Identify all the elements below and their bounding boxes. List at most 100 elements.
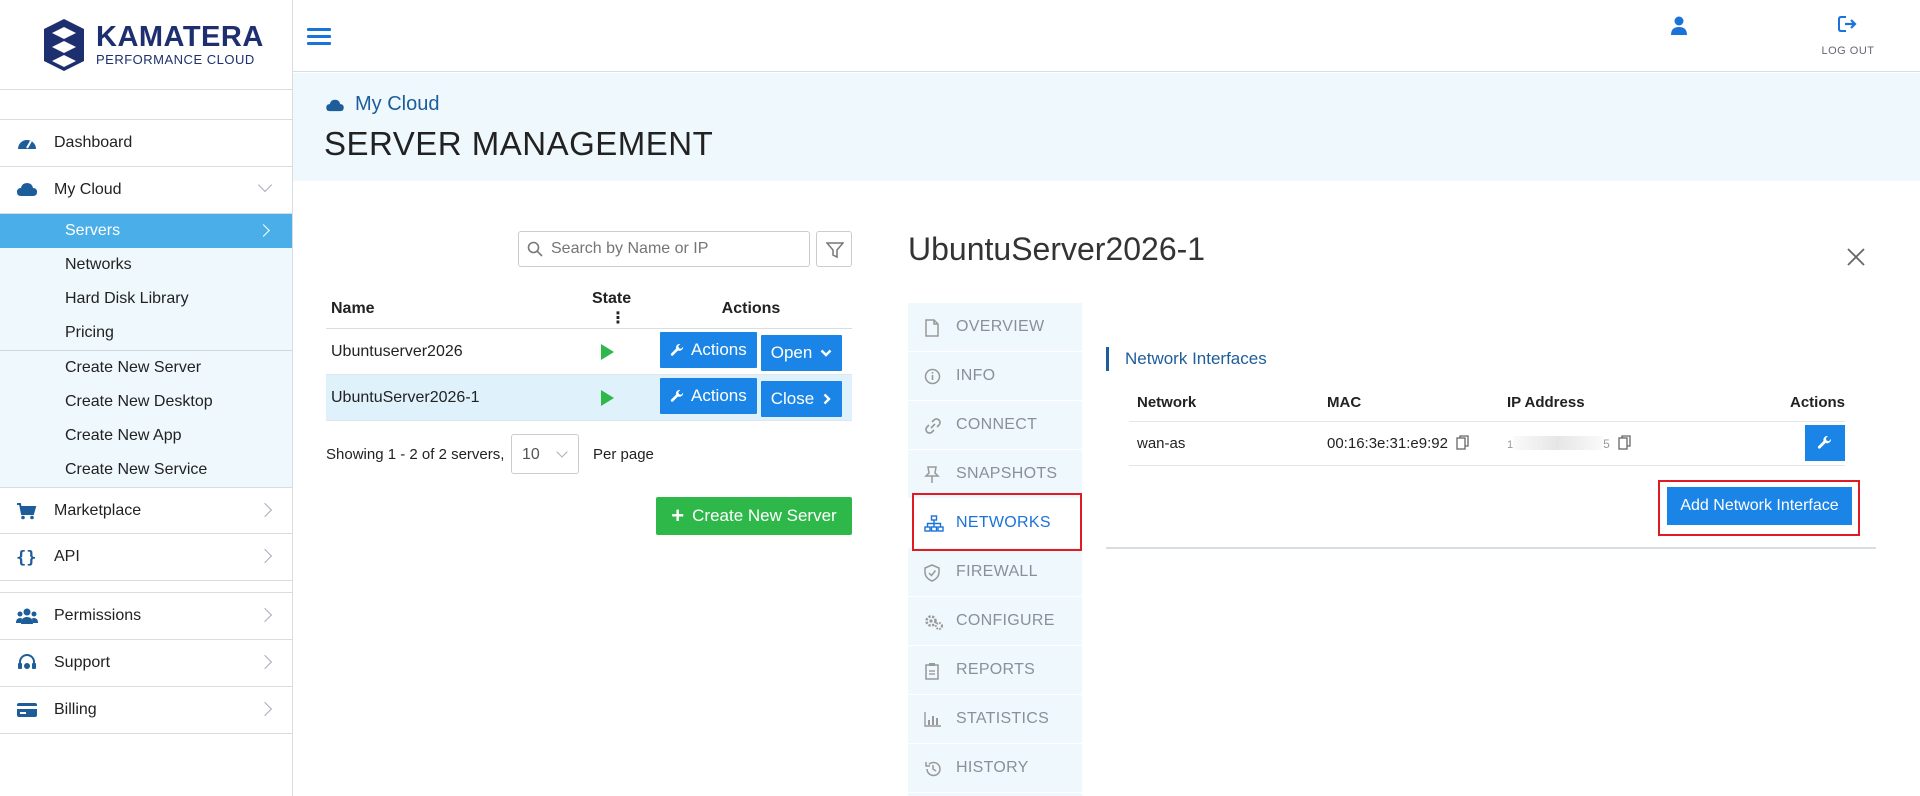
user-icon[interactable] [1670, 16, 1688, 36]
logout-label: LOG OUT [1821, 45, 1875, 57]
sidebar-item-networks[interactable]: Networks [0, 248, 292, 282]
interface-network: wan-as [1129, 421, 1327, 466]
section-title: Network Interfaces [1106, 347, 1267, 371]
column-header-state[interactable]: State ⋮ [581, 290, 650, 329]
kamatera-logo-icon [44, 18, 84, 71]
sidebar-item-pricing[interactable]: Pricing [0, 316, 292, 350]
info-icon [924, 368, 941, 385]
logout-button[interactable]: LOG OUT [1803, 16, 1893, 57]
brand-name: KAMATERA [96, 21, 264, 53]
cart-icon [17, 503, 37, 520]
sidebar-item-permissions[interactable]: Permissions [0, 593, 292, 640]
server-state [581, 374, 650, 421]
column-header-ip: IP Address [1507, 385, 1732, 422]
shield-icon [924, 564, 940, 582]
tab-configure[interactable]: CONFIGURE [908, 597, 1082, 646]
server-name[interactable]: UbuntuServer2026-1 [326, 374, 581, 421]
headset-icon [18, 654, 36, 669]
sidebar-item-dashboard[interactable]: Dashboard [0, 120, 292, 167]
tab-snapshots[interactable]: SNAPSHOTS [908, 450, 1082, 499]
filter-icon [826, 242, 844, 259]
breadcrumb[interactable]: My Cloud [325, 93, 439, 116]
per-page-select[interactable]: 10 [511, 434, 579, 474]
tab-firewall[interactable]: FIREWALL [908, 548, 1082, 597]
menu-icon[interactable] [307, 28, 331, 46]
table-row[interactable]: UbuntuServer2026-1 Actions Close [326, 374, 852, 421]
tab-reports[interactable]: REPORTS [908, 646, 1082, 695]
create-new-server-button[interactable]: + Create New Server [656, 497, 852, 535]
section-divider [1106, 547, 1876, 549]
actions-button[interactable]: Actions [660, 378, 757, 415]
sidebar-item-label: My Cloud [54, 181, 122, 198]
braces-icon: {} [16, 548, 36, 566]
cloud-icon [17, 183, 37, 196]
tab-info[interactable]: INFO [908, 352, 1082, 401]
logo[interactable]: KAMATERA PERFORMANCE CLOUD [0, 0, 292, 90]
running-status-icon [601, 389, 614, 406]
per-page-label: Per page [593, 446, 654, 463]
chevron-right-icon [257, 224, 270, 237]
chevron-right-icon [823, 393, 831, 405]
sidebar-item-support[interactable]: Support [0, 640, 292, 687]
running-status-icon [601, 343, 614, 360]
sidebar-item-create-service[interactable]: Create New Service [0, 453, 292, 487]
sidebar: KAMATERA PERFORMANCE CLOUD Dashboard My … [0, 0, 293, 796]
pagination-summary: Showing 1 - 2 of 2 servers, [326, 446, 505, 463]
sidebar-item-servers[interactable]: Servers [0, 214, 292, 248]
interface-actions-button[interactable] [1805, 425, 1845, 461]
wrench-icon [670, 389, 684, 402]
brand-tagline: PERFORMANCE CLOUD [96, 52, 255, 67]
copy-icon[interactable] [1456, 434, 1469, 450]
sidebar-item-my-cloud[interactable]: My Cloud [0, 167, 292, 214]
table-row: wan-as 00:16:3e:31:e9:92 15 [1129, 421, 1845, 466]
sidebar-item-label: Permissions [54, 607, 142, 624]
column-header-name[interactable]: Name [326, 290, 581, 329]
chevron-right-icon [257, 607, 273, 623]
link-icon [925, 418, 941, 434]
page-title: SERVER MANAGEMENT [324, 125, 714, 162]
column-header-network: Network [1129, 385, 1327, 422]
cloud-icon [326, 99, 344, 111]
sidebar-item-label: Billing [54, 701, 97, 718]
plus-icon: + [671, 503, 685, 528]
close-button[interactable]: Close [760, 380, 843, 417]
table-row[interactable]: Ubuntuserver2026 Actions Open [326, 328, 852, 375]
sidebar-item-create-desktop[interactable]: Create New Desktop [0, 385, 292, 419]
document-icon [925, 319, 939, 337]
actions-button[interactable]: Actions [660, 332, 757, 369]
tab-statistics[interactable]: STATISTICS [908, 695, 1082, 744]
chevron-right-icon [257, 701, 273, 717]
column-menu-icon[interactable]: ⋮ [610, 310, 626, 327]
sidebar-item-create-app[interactable]: Create New App [0, 419, 292, 453]
sidebar-item-billing[interactable]: Billing [0, 687, 292, 734]
top-bar: LOG OUT [293, 0, 1920, 72]
sidebar-item-hard-disk-library[interactable]: Hard Disk Library [0, 282, 292, 316]
search-input[interactable] [551, 238, 801, 260]
filter-button[interactable] [816, 231, 852, 267]
close-icon[interactable] [1846, 247, 1866, 267]
users-icon [16, 608, 38, 624]
copy-icon[interactable] [1618, 434, 1631, 450]
sidebar-item-api[interactable]: {} API [0, 534, 292, 581]
network-interfaces-table: Network MAC IP Address Actions wan-as 00… [1129, 385, 1845, 466]
wrench-icon [670, 343, 684, 356]
wrench-icon [1817, 435, 1832, 449]
chevron-right-icon [257, 502, 273, 518]
cogs-icon [925, 615, 943, 630]
tab-connect[interactable]: CONNECT [908, 401, 1082, 450]
tab-history[interactable]: HISTORY [908, 744, 1082, 793]
chevron-down-icon [556, 446, 568, 458]
open-button[interactable]: Open [760, 334, 843, 371]
server-name[interactable]: Ubuntuserver2026 [326, 328, 581, 375]
add-button-highlight [1658, 480, 1860, 536]
sidebar-item-create-server[interactable]: Create New Server [0, 351, 292, 385]
page-header: My Cloud SERVER MANAGEMENT [293, 73, 1920, 181]
tab-overview[interactable]: OVERVIEW [908, 303, 1082, 352]
interface-ip: 15 [1507, 421, 1732, 466]
bar-chart-icon [924, 712, 941, 727]
sidebar-item-marketplace[interactable]: Marketplace [0, 487, 292, 534]
chevron-down-icon [820, 349, 832, 357]
my-cloud-submenu: Servers Networks Hard Disk Library Prici… [0, 214, 292, 487]
clipboard-icon [925, 663, 939, 680]
interface-mac: 00:16:3e:31:e9:92 [1327, 421, 1507, 466]
